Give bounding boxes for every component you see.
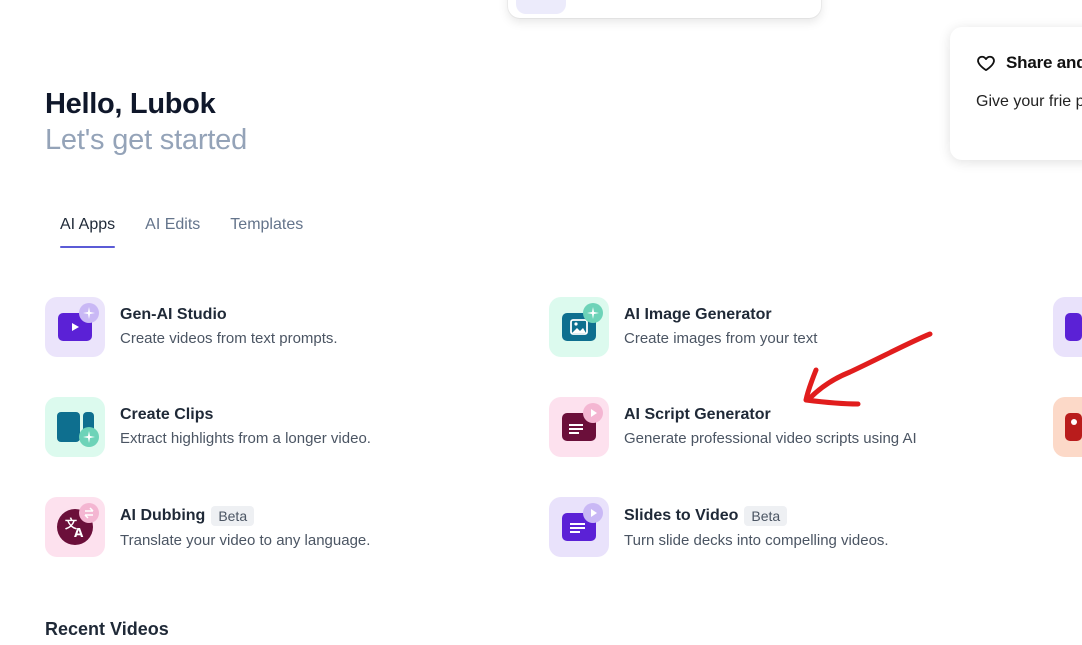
app-description: Generate professional video scripts usin… (624, 430, 917, 447)
tab-ai-edits[interactable]: AI Edits (130, 212, 215, 248)
dropdown-panel-fragment (508, 0, 821, 18)
share-card-header: Share and (976, 53, 1082, 73)
app-tile-cutoff-2[interactable] (1053, 397, 1082, 457)
tab-templates[interactable]: Templates (215, 212, 318, 248)
play-badge-icon (583, 403, 603, 423)
app-description: Translate your video to any language. (120, 532, 371, 549)
app-title-text: AI Dubbing (120, 507, 206, 524)
app-create-clips[interactable]: Create Clips Extract highlights from a l… (45, 397, 371, 457)
greeting-subtitle: Let's get started (45, 124, 248, 156)
play-badge-icon (583, 503, 603, 523)
slides-to-video-tile (549, 497, 609, 557)
app-ai-dubbing[interactable]: 文 A AI Dubbing Beta Translate your video… (45, 497, 370, 557)
app-title: AI Dubbing Beta (120, 506, 370, 526)
dropdown-item-highlight (516, 0, 566, 14)
app-title: AI Script Generator (624, 406, 771, 423)
share-card-text: Give your frie purchase they (976, 93, 1082, 110)
greeting-title: Hello, Lubok (45, 88, 216, 120)
sparkle-icon (583, 303, 603, 323)
app-title-text: Slides to Video (624, 507, 739, 524)
create-clips-tile (45, 397, 105, 457)
tab-ai-apps[interactable]: AI Apps (45, 212, 130, 248)
video-play-icon (1065, 313, 1082, 341)
beta-badge: Beta (211, 506, 255, 526)
app-gen-ai-studio[interactable]: Gen-AI Studio Create videos from text pr… (45, 297, 338, 357)
share-card-title: Share and (1006, 53, 1082, 72)
heart-icon (977, 55, 995, 72)
app-title: Gen-AI Studio (120, 306, 227, 323)
ai-image-generator-tile (549, 297, 609, 357)
app-slides-to-video[interactable]: Slides to Video Beta Turn slide decks in… (549, 497, 889, 557)
sparkle-icon (79, 303, 99, 323)
app-title: Slides to Video Beta (624, 506, 889, 526)
sparkle-icon (79, 427, 99, 447)
app-icon (1065, 413, 1082, 441)
app-description: Create videos from text prompts. (120, 330, 338, 347)
app-ai-image-generator[interactable]: AI Image Generator Create images from yo… (549, 297, 817, 357)
gen-ai-studio-tile (45, 297, 105, 357)
ai-script-generator-tile (549, 397, 609, 457)
ai-dubbing-tile: 文 A (45, 497, 105, 557)
app-ai-script-generator[interactable]: AI Script Generator Generate professiona… (549, 397, 917, 457)
app-tile-cutoff-1[interactable] (1053, 297, 1082, 357)
share-card[interactable]: Share and Give your frie purchase they (950, 27, 1082, 160)
app-tabs: AI Apps AI Edits Templates (45, 212, 318, 248)
beta-badge: Beta (744, 506, 788, 526)
app-description: Extract highlights from a longer video. (120, 430, 371, 447)
recent-videos-heading: Recent Videos (45, 619, 169, 639)
app-description: Create images from your text (624, 330, 818, 347)
svg-text:A: A (74, 526, 84, 540)
app-title: Create Clips (120, 406, 214, 423)
app-description: Turn slide decks into compelling videos. (624, 532, 889, 549)
app-title: AI Image Generator (624, 306, 772, 323)
swap-badge-icon (79, 503, 99, 523)
